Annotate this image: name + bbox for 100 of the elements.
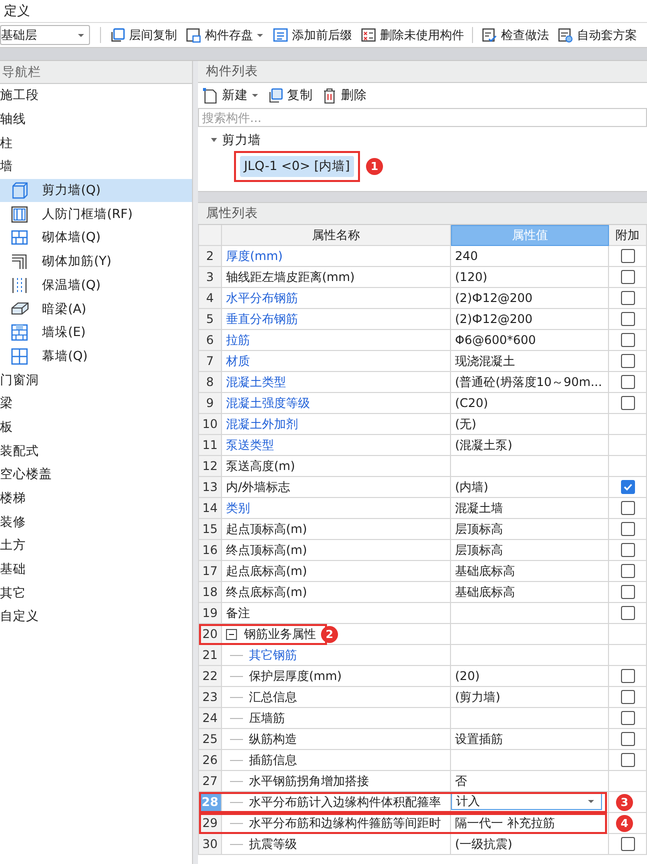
column-header[interactable]: 附加	[609, 225, 647, 246]
row-number: 12	[199, 456, 222, 477]
property-value[interactable]: 层顶标高	[451, 519, 609, 540]
property-value[interactable]: (C20)	[451, 393, 609, 414]
floor-dropdown[interactable]: 基础层	[0, 25, 90, 45]
row-number: 14	[199, 498, 222, 519]
property-value[interactable]: (无)	[451, 414, 609, 435]
property-name: 材质	[226, 352, 250, 370]
row-number: 24	[199, 708, 222, 729]
property-value[interactable]: 隔一代一 补充拉筋	[451, 813, 609, 834]
property-name: 终点顶标高(m)	[226, 542, 308, 558]
nav-item[interactable]: 轴线	[0, 108, 192, 132]
property-value[interactable]: (20)	[451, 666, 609, 687]
nav-item[interactable]: 其它	[0, 581, 192, 606]
row-number: 21	[199, 645, 222, 666]
property-name: 混凝土强度等级	[226, 394, 310, 412]
toolbar-button[interactable]: 新建	[202, 87, 259, 104]
property-name: 混凝土外加剂	[226, 416, 298, 432]
nav-item[interactable]: 砌体加筋(Y)	[0, 250, 192, 274]
search-field[interactable]: 搜索构件...	[198, 108, 647, 127]
panel-header: 属性列表	[198, 203, 647, 225]
toolbar-button[interactable]: 自动套方案	[553, 25, 641, 45]
nav-item[interactable]: 装修	[0, 510, 192, 534]
property-name: 终点底标高(m)	[226, 584, 308, 600]
nav-item[interactable]: 保温墙(Q)	[0, 274, 192, 298]
property-name: 泵送类型	[226, 436, 274, 454]
property-value[interactable]: Φ6@600*600	[451, 330, 609, 351]
property-name: 水平分布钢筋	[226, 290, 298, 306]
nav-item[interactable]: 暗梁(A)	[0, 297, 192, 321]
nav-item[interactable]: 梁	[0, 392, 192, 416]
property-name: 其它钢筋	[249, 646, 297, 664]
nav-item[interactable]: 自定义	[0, 605, 192, 629]
toolbar-button[interactable]: 添加前后缀	[268, 25, 356, 45]
nav-item[interactable]: 楼梯	[0, 486, 192, 510]
value-dropdown[interactable]: 计入	[451, 793, 602, 810]
property-name: 抗震等级	[249, 836, 297, 852]
row-number: 19	[199, 603, 222, 624]
nav-item[interactable]: 幕墙(Q)	[0, 344, 192, 368]
property-name: 混凝土类型	[226, 374, 286, 390]
property-value[interactable]: 现浇混凝土	[451, 351, 609, 372]
nav-item[interactable]: 基础	[0, 558, 192, 582]
nav-item[interactable]: 施工段	[0, 84, 192, 108]
property-value[interactable]: 层顶标高	[451, 540, 609, 561]
nav-item[interactable]: 人防门框墙(RF)	[0, 202, 192, 226]
panel-header: 构件列表	[198, 61, 647, 83]
property-value[interactable]: (内墙)	[451, 477, 609, 498]
callout-badge: 2	[321, 626, 338, 643]
property-value[interactable]: (2)Ф12@200	[451, 309, 609, 330]
nav-item[interactable]: 板	[0, 416, 192, 440]
nav-item[interactable]: 空心楼盖	[0, 463, 192, 487]
row-number: 7	[199, 351, 222, 372]
toolbar-button[interactable]: 层间复制	[105, 25, 181, 45]
nav-item[interactable]: 砌体墙(Q)	[0, 226, 192, 250]
menu-item[interactable]: 定义	[4, 2, 30, 20]
property-value[interactable]: (120)	[451, 267, 609, 288]
property-value[interactable]: 基础底标高	[451, 561, 609, 582]
nav-item[interactable]: 装配式	[0, 439, 192, 463]
property-value[interactable]: (2)Ф12@200	[451, 288, 609, 309]
row-number: 25	[199, 729, 222, 750]
row-number: 22	[199, 666, 222, 687]
callout-badge: 3	[616, 794, 633, 811]
callout-badge: 4	[616, 815, 633, 832]
nav-item[interactable]: 柱	[0, 131, 192, 156]
row-number: 23	[199, 687, 222, 708]
row-number: 30	[199, 834, 222, 855]
dropdown-value: 基础层	[1, 26, 37, 44]
toolbar-button[interactable]: 检查做法	[477, 25, 553, 45]
property-value[interactable]: 240	[451, 246, 609, 267]
nav-item[interactable]: 门窗洞	[0, 368, 192, 392]
toolbar-button[interactable]: 删除未使用构件	[356, 25, 468, 45]
column-header[interactable]: 属性名称	[222, 225, 451, 246]
tree-node[interactable]: 剪力墙	[210, 131, 647, 149]
property-value[interactable]: (普通砼(坍落度10～90m...	[451, 372, 609, 393]
row-number: 27	[199, 771, 222, 792]
row-number: 4	[199, 288, 222, 309]
property-value[interactable]: (一级抗震)	[451, 834, 609, 855]
row-number: 18	[199, 582, 222, 603]
property-name: 水平钢筋拐角增加搭接	[249, 772, 369, 790]
toolbar-button[interactable]: 复制	[267, 87, 313, 104]
property-name: 纵筋构造	[249, 730, 297, 748]
property-name: 泵送高度(m)	[226, 458, 296, 474]
property-name: 钢筋业务属性	[244, 626, 316, 642]
toolbar-button[interactable]: 删除	[321, 87, 367, 104]
property-value[interactable]: 基础底标高	[451, 582, 609, 603]
property-value[interactable]: (剪力墙)	[451, 687, 609, 708]
callout-badge: 1	[366, 158, 383, 175]
row-number: 6	[199, 330, 222, 351]
toolbar-button[interactable]: 构件存盘	[181, 25, 268, 45]
property-value[interactable]: 否	[451, 771, 609, 792]
row-number: 26	[199, 750, 222, 771]
property-value[interactable]: 混凝土墙	[451, 498, 609, 519]
nav-item[interactable]: 墙	[0, 155, 192, 179]
nav-item[interactable]: 墙垛(E)	[0, 320, 192, 345]
component-item[interactable]: JLQ-1 <0> [内墙]	[240, 156, 354, 177]
nav-item[interactable]: 土方	[0, 534, 192, 558]
property-value[interactable]: (混凝土泵)	[451, 435, 609, 456]
nav-item[interactable]: 剪力墙(Q)	[0, 178, 192, 202]
row-number: 15	[199, 519, 222, 540]
property-name: 备注	[226, 604, 250, 622]
property-value[interactable]: 设置插筋	[451, 729, 609, 750]
